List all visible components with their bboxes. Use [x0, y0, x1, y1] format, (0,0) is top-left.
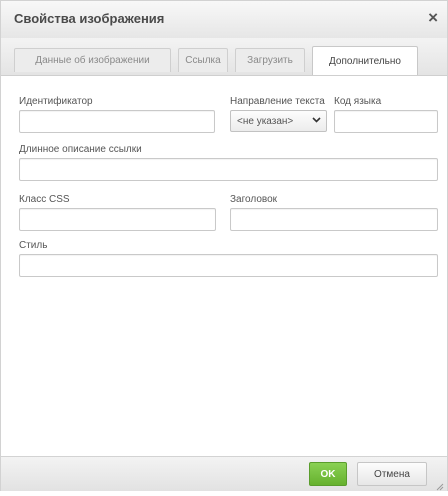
- ok-button[interactable]: OK: [309, 462, 347, 486]
- cancel-button[interactable]: Отмена: [357, 462, 427, 486]
- tab-link[interactable]: Ссылка: [178, 48, 228, 72]
- resize-grip-icon[interactable]: [434, 478, 444, 491]
- lang-code-field[interactable]: [334, 110, 438, 133]
- chevron-down-icon: [312, 115, 321, 127]
- long-desc-field[interactable]: [19, 158, 438, 181]
- title-field[interactable]: [230, 208, 438, 231]
- id-label: Идентификатор: [19, 96, 93, 107]
- lang-code-label: Код языка: [334, 96, 382, 107]
- tab-image-info[interactable]: Данные об изображении: [14, 48, 171, 72]
- long-desc-label: Длинное описание ссылки: [19, 144, 142, 155]
- text-direction-value: <не указан>: [237, 115, 294, 127]
- tab-bar: Данные об изображении Ссылка Загрузить Д…: [1, 38, 447, 76]
- title-label: Заголовок: [230, 194, 278, 205]
- id-field[interactable]: [19, 110, 215, 133]
- tab-upload[interactable]: Загрузить: [235, 48, 305, 72]
- style-label: Стиль: [19, 240, 48, 251]
- text-direction-select[interactable]: <не указан>: [230, 110, 327, 132]
- image-properties-dialog: Свойства изображения × Данные об изображ…: [0, 0, 448, 491]
- dialog-footer: OK Отмена: [1, 456, 447, 491]
- style-field[interactable]: [19, 254, 438, 277]
- text-direction-label: Направление текста: [230, 96, 325, 107]
- tab-advanced[interactable]: Дополнительно: [312, 46, 418, 75]
- close-icon[interactable]: ×: [428, 9, 438, 26]
- dialog-titlebar[interactable]: Свойства изображения ×: [1, 1, 447, 39]
- css-class-label: Класс CSS: [19, 194, 70, 205]
- css-class-field[interactable]: [19, 208, 216, 231]
- dialog-title: Свойства изображения: [14, 11, 165, 26]
